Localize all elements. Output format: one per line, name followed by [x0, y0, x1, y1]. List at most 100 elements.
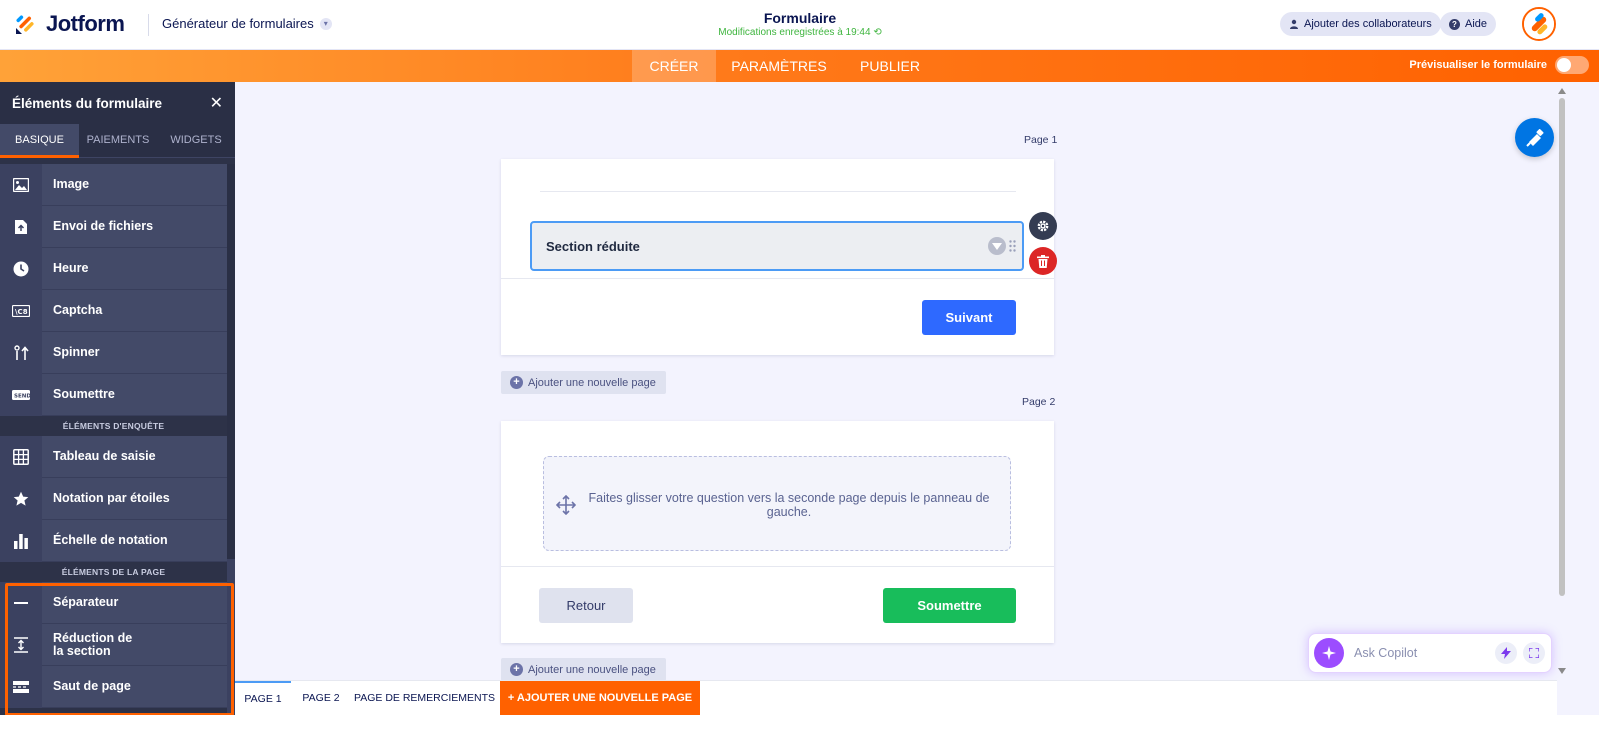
- clock-icon: [0, 247, 42, 290]
- drop-hint: Faites glisser votre question vers la se…: [588, 491, 990, 519]
- bar-chart-icon: [0, 519, 42, 562]
- panel-title: Éléments du formulaire: [12, 95, 163, 111]
- preview-label: Prévisualiser le formulaire: [1409, 59, 1547, 71]
- element-time[interactable]: Heure: [0, 247, 227, 290]
- preview-toggle[interactable]: [1555, 56, 1589, 74]
- next-button[interactable]: Suivant: [922, 300, 1016, 335]
- form-elements-panel: Éléments du formulaire ✕ BASIQUE PAIEMEN…: [0, 82, 235, 731]
- copilot-sparkle-icon: [1314, 638, 1344, 668]
- add-collaborators-label: Ajouter des collaborateurs: [1304, 18, 1432, 30]
- canvas-scrollbar[interactable]: [1557, 86, 1567, 676]
- element-label: Soumettre: [53, 387, 115, 401]
- help-button[interactable]: ? Aide: [1440, 12, 1497, 36]
- svg-text:\C8: \C8: [15, 308, 28, 316]
- element-input-table[interactable]: Tableau de saisie: [0, 435, 227, 478]
- panel-tabs: BASIQUE PAIEMENTS WIDGETS: [0, 124, 235, 158]
- element-label: Spinner: [53, 345, 100, 359]
- element-label: Saut de page: [53, 679, 131, 693]
- page-2-footer-divider: [501, 566, 1054, 567]
- copilot-input[interactable]: Ask Copilot: [1354, 646, 1495, 660]
- add-page-label: Ajouter une nouvelle page: [528, 663, 656, 676]
- tab-payments[interactable]: PAIEMENTS: [79, 124, 157, 158]
- elements-list: Image Envoi de fichiers Heure \C8 Captch…: [0, 163, 227, 708]
- tab-basic[interactable]: BASIQUE: [0, 124, 79, 158]
- element-scale-rating[interactable]: Échelle de notation: [0, 519, 227, 562]
- form-title-area: Formulaire Modifications enregistrées à …: [700, 10, 900, 38]
- element-file-upload[interactable]: Envoi de fichiers: [0, 205, 227, 248]
- element-captcha[interactable]: \C8 Captcha: [0, 289, 227, 332]
- help-icon: ?: [1449, 18, 1460, 30]
- refresh-icon: ⟲: [873, 27, 882, 38]
- element-label: Image: [53, 177, 90, 191]
- element-label: Tableau de saisie: [53, 449, 156, 463]
- element-divider[interactable]: Séparateur: [0, 581, 227, 624]
- element-collapse-section[interactable]: Réduction de la section: [0, 623, 227, 666]
- page-2-card: Faites glisser votre question vers la se…: [501, 421, 1054, 643]
- help-label: Aide: [1465, 18, 1488, 30]
- field-delete-button[interactable]: [1029, 247, 1057, 275]
- element-label: Séparateur: [53, 595, 119, 609]
- panel-header: Éléments du formulaire ✕: [0, 82, 235, 124]
- trash-icon: [1037, 254, 1049, 268]
- spinner-icon: [0, 331, 42, 374]
- element-label: Échelle de notation: [53, 533, 168, 547]
- user-avatar[interactable]: [1522, 7, 1556, 41]
- collapse-section-title: Section réduite: [546, 239, 640, 254]
- back-button[interactable]: Retour: [539, 588, 633, 623]
- element-label: Réduction de la section: [53, 630, 133, 658]
- builder-dropdown[interactable]: Générateur de formulaires ▾: [162, 16, 332, 31]
- expand-icon[interactable]: [1523, 642, 1545, 664]
- jotform-logo[interactable]: Jotform: [14, 11, 125, 37]
- page-1-footer-divider: [501, 278, 1054, 279]
- user-icon: [1290, 19, 1298, 29]
- add-page-button-1[interactable]: + Ajouter une nouvelle page: [501, 371, 666, 394]
- tab-publish[interactable]: PUBLIER: [848, 50, 932, 82]
- top-header: Jotform Générateur de formulaires ▾ Form…: [0, 0, 1599, 50]
- page-tab-thank-you[interactable]: PAGE DE REMERCIEMENTS: [353, 681, 496, 716]
- element-page-break[interactable]: Saut de page: [0, 665, 227, 708]
- separator-field[interactable]: [540, 191, 1016, 192]
- form-title[interactable]: Formulaire: [700, 10, 900, 26]
- close-icon[interactable]: ✕: [210, 93, 223, 113]
- paint-roller-icon: [1525, 128, 1543, 147]
- element-spinner[interactable]: Spinner: [0, 331, 227, 374]
- page-tabs-bar: PAGE 1 PAGE 2 PAGE DE REMERCIEMENTS + AJ…: [235, 680, 1557, 716]
- page-tab-1[interactable]: PAGE 1: [235, 681, 291, 716]
- element-submit[interactable]: SEND Soumettre: [0, 373, 227, 416]
- element-label: Notation par étoiles: [53, 491, 170, 505]
- drag-handle-icon[interactable]: [1009, 240, 1016, 252]
- lightning-icon[interactable]: [1495, 642, 1517, 664]
- add-new-page-button[interactable]: + AJOUTER UNE NOUVELLE PAGE: [500, 681, 700, 716]
- header-divider: [148, 14, 149, 36]
- saved-status: Modifications enregistrées à 19:44 ⟲: [700, 27, 900, 38]
- file-upload-icon: [0, 205, 42, 248]
- jotform-logo-icon: [14, 12, 38, 36]
- element-label: Envoi de fichiers: [53, 219, 154, 233]
- element-label: Heure: [53, 261, 89, 275]
- element-star-rating[interactable]: Notation par étoiles: [0, 477, 227, 520]
- add-page-button-2[interactable]: + Ajouter une nouvelle page: [501, 658, 666, 681]
- collapse-toggle-icon[interactable]: [988, 237, 1006, 255]
- gear-icon: [1037, 220, 1049, 232]
- panel-scrollbar-thumb[interactable]: [227, 164, 235, 559]
- submit-button[interactable]: Soumettre: [883, 588, 1016, 623]
- element-image[interactable]: Image: [0, 163, 227, 206]
- preview-toggle-area: Prévisualiser le formulaire: [1409, 56, 1589, 74]
- captcha-icon: \C8: [0, 289, 42, 332]
- add-collaborators-button[interactable]: Ajouter des collaborateurs: [1280, 12, 1441, 36]
- page-break-icon: [0, 665, 42, 708]
- tab-widgets[interactable]: WIDGETS: [157, 124, 235, 158]
- plus-icon: +: [510, 376, 523, 389]
- field-settings-button[interactable]: [1029, 212, 1057, 240]
- tab-settings[interactable]: PARAMÈTRES: [722, 50, 836, 82]
- form-designer-button[interactable]: [1515, 118, 1554, 157]
- drop-zone[interactable]: Faites glisser votre question vers la se…: [543, 456, 1011, 551]
- plus-icon: +: [510, 663, 523, 676]
- collapse-section-field[interactable]: Section réduite: [530, 221, 1024, 271]
- section-page-elements: ÉLÉMENTS DE LA PAGE: [0, 562, 227, 582]
- table-icon: [0, 435, 42, 478]
- tab-create[interactable]: CRÉER: [632, 50, 716, 82]
- ask-copilot-box[interactable]: Ask Copilot: [1308, 633, 1552, 673]
- collapse-icon: [0, 623, 42, 666]
- page-tab-2[interactable]: PAGE 2: [293, 681, 349, 716]
